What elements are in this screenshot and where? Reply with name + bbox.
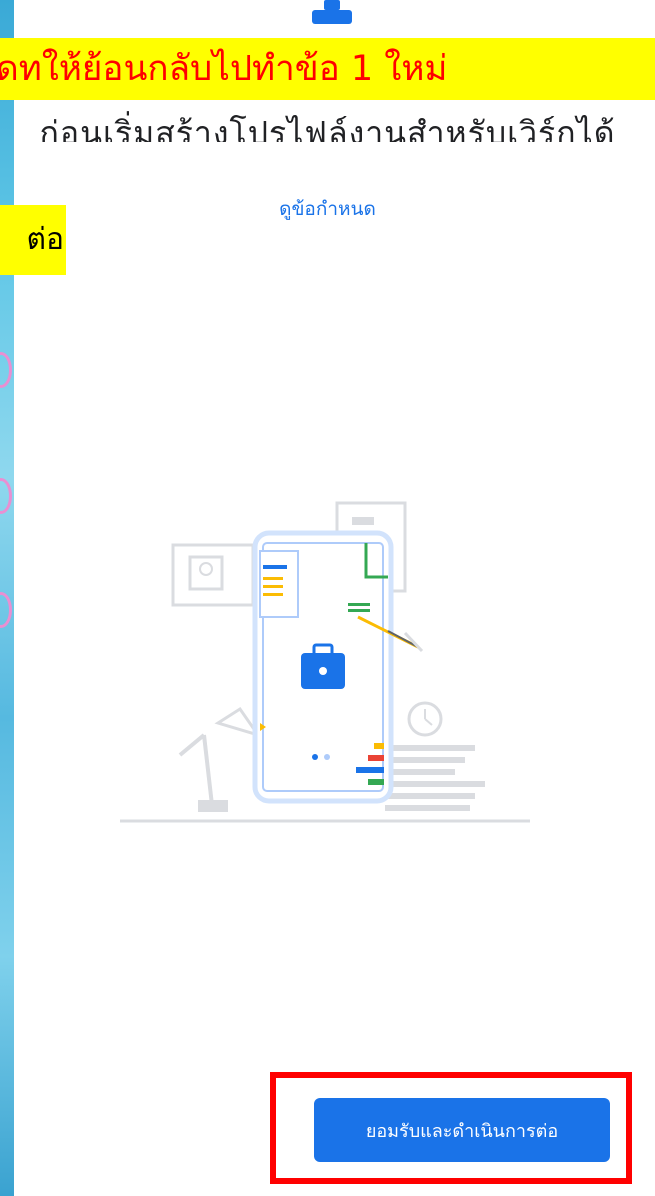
decorative-ring <box>0 352 12 388</box>
decorative-ring <box>0 478 12 514</box>
view-terms-link[interactable]: ดูข้อกำหนด <box>0 194 655 224</box>
briefcase-icon <box>312 0 352 24</box>
page-title: ก่อนเริ่มสร้างโปรไฟล์งานสำหรับเวิร์กได้ <box>39 114 616 142</box>
annotation-banner: เดทให้ย้อนกลับไปทำข้อ 1 ใหม่ <box>0 38 655 100</box>
decorative-ring <box>0 592 12 628</box>
accept-and-continue-button[interactable]: ยอมรับและดำเนินการต่อ <box>314 1098 610 1162</box>
work-profile-illustration <box>120 501 530 823</box>
annotation-banner-text: เดทให้ย้อนกลับไปทำข้อ 1 ใหม่ <box>0 49 448 89</box>
background-strip <box>0 0 14 1196</box>
